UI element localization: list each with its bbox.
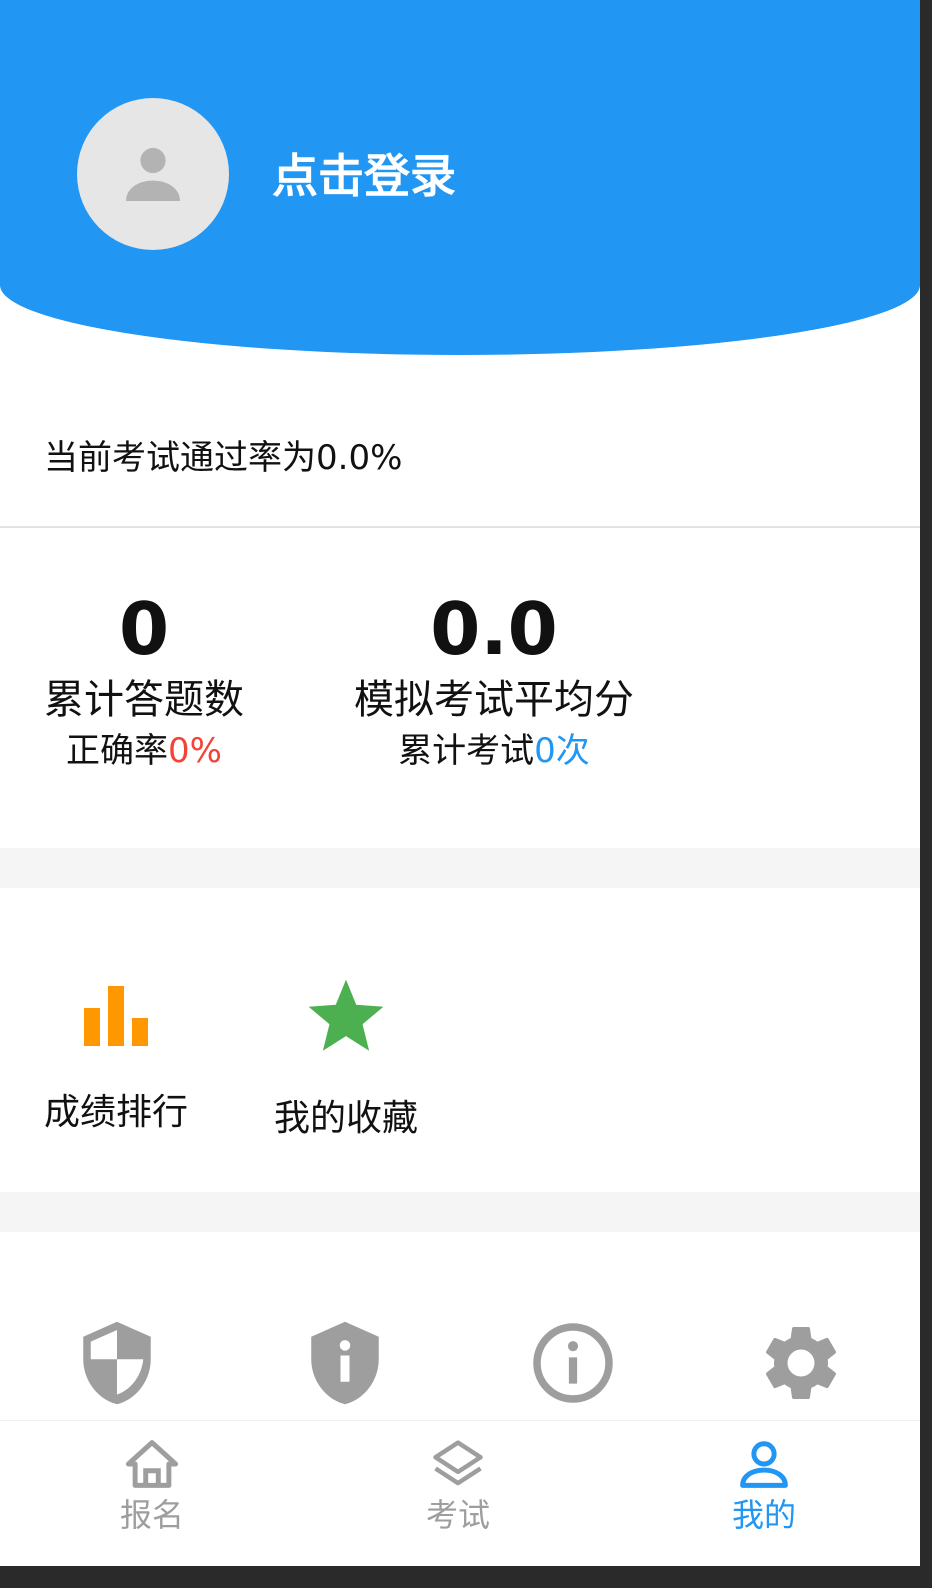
user-agreement-button[interactable] (300, 1318, 390, 1408)
nav-label-exam: 考试 (425, 1496, 490, 1534)
profile-header: 点击登录 (0, 0, 920, 355)
exam-count-value: 0次 (534, 731, 590, 771)
profile-screen: 点击登录 当前考试通过率为0.0% 0 累计答题数 正确率0% 0.0 模拟考试… (0, 0, 920, 1566)
home-icon (125, 1440, 179, 1488)
stat-answer-count: 0 累计答题数 正确率0% (24, 586, 264, 774)
accuracy-line: 正确率0% (24, 728, 264, 774)
privacy-policy-button[interactable] (72, 1318, 162, 1408)
accuracy-value: 0% (168, 731, 222, 771)
avatar[interactable] (77, 98, 229, 250)
nav-tab-exam[interactable]: 考试 (378, 1439, 538, 1537)
star-icon (308, 979, 384, 1051)
section-separator (0, 1192, 920, 1232)
nav-tab-signup[interactable]: 报名 (72, 1439, 232, 1537)
stat-average-score: 0.0 模拟考试平均分 累计考试0次 (334, 586, 654, 774)
score-ranking-label: 成绩排行 (43, 1092, 188, 1133)
divider (0, 526, 920, 528)
answer-count-value: 0 (118, 587, 170, 671)
layers-icon (433, 1440, 483, 1486)
user-icon (740, 1441, 788, 1488)
info-shield-icon (311, 1321, 379, 1405)
section-separator (0, 848, 920, 888)
nav-label-signup: 报名 (119, 1496, 184, 1534)
accuracy-label: 正确率 (66, 731, 169, 771)
average-score-value: 0.0 (430, 587, 558, 671)
about-button[interactable] (528, 1318, 618, 1408)
exam-count-line: 累计考试0次 (334, 728, 654, 774)
screen-edge (0, 1566, 932, 1588)
my-favorites-button[interactable]: 我的收藏 (264, 978, 428, 1144)
gear-icon (765, 1326, 837, 1399)
score-ranking-button[interactable]: 成绩排行 (34, 978, 198, 1138)
nav-tab-mine[interactable]: 我的 (684, 1439, 844, 1537)
average-score-label: 模拟考试平均分 (354, 677, 634, 723)
nav-label-mine: 我的 (731, 1496, 796, 1534)
info-circle-icon (533, 1323, 613, 1403)
bottom-navigation: 报名 考试 我的 (0, 1420, 920, 1566)
my-favorites-label: 我的收藏 (273, 1098, 418, 1139)
privacy-shield-icon (83, 1321, 151, 1405)
answer-count-label: 累计答题数 (44, 677, 244, 723)
bar-chart-icon (84, 986, 148, 1046)
exam-count-label: 累计考试 (398, 731, 535, 771)
settings-button[interactable] (756, 1318, 846, 1408)
pass-rate-text: 当前考试通过率为0.0% (44, 438, 403, 478)
person-icon (126, 147, 180, 201)
login-link[interactable]: 点击登录 (272, 146, 456, 206)
